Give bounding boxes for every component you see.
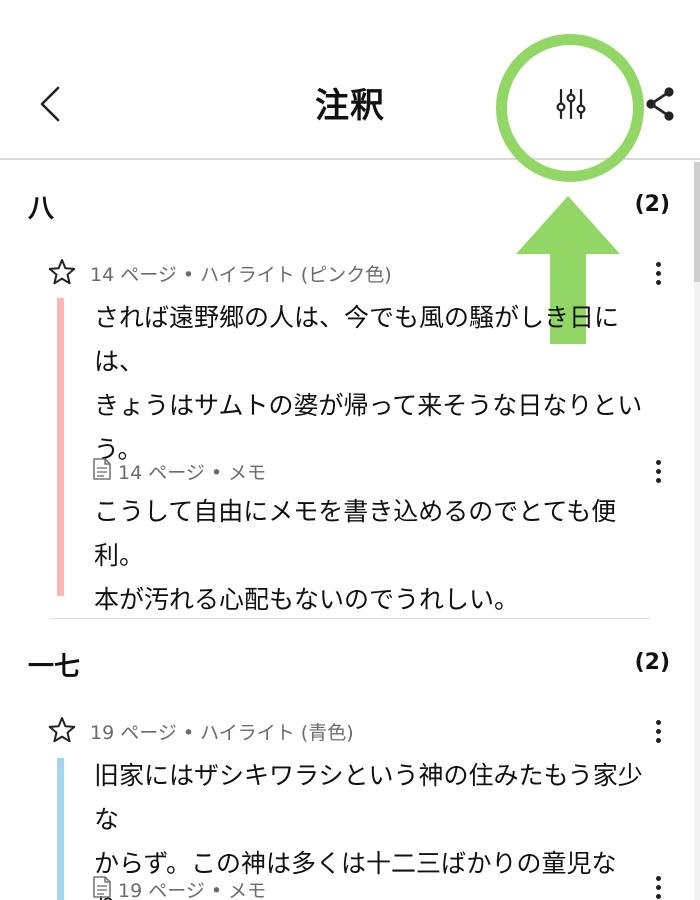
section-count: (2) [634,650,670,675]
app-header: 注釈 [0,0,700,160]
section-header[interactable]: 八 (2) [28,188,670,228]
star-icon[interactable] [48,258,76,286]
more-options-button[interactable] [646,716,670,746]
highlight-text[interactable]: されば遠野郷の人は、今でも風の騒がしき日には、 きょうはサムトの婆が帰って来そう… [94,296,654,472]
memo-text[interactable]: こうして自由にメモを書き込めるのでとても便利。 本が汚れる心配もないのでうれしい… [94,490,654,622]
section-title: 一七 [28,652,81,682]
memo-icon [93,458,111,480]
highlight-color-bar [57,758,64,900]
more-options-button[interactable] [646,258,670,288]
section-count: (2) [634,192,670,217]
sliders-icon [556,88,586,120]
section-title: 八 [28,194,55,224]
share-icon [646,87,674,121]
section-header[interactable]: 一七 (2) [28,646,670,686]
share-button[interactable] [638,82,682,126]
more-options-button[interactable] [646,456,670,486]
scrollbar-thumb[interactable] [694,162,700,282]
more-options-button[interactable] [646,872,670,900]
memo-icon [93,876,111,898]
highlight-meta: 19 ページ • ハイライト (青色) [90,722,354,744]
star-icon[interactable] [48,716,76,744]
memo-meta: 19 ページ • メモ [118,880,267,900]
highlight-meta: 14 ページ • ハイライト (ピンク色) [90,264,392,286]
section-divider [50,618,650,619]
highlight-color-bar [57,298,64,596]
memo-meta: 14 ページ • メモ [118,462,267,484]
filter-button[interactable] [546,82,596,126]
